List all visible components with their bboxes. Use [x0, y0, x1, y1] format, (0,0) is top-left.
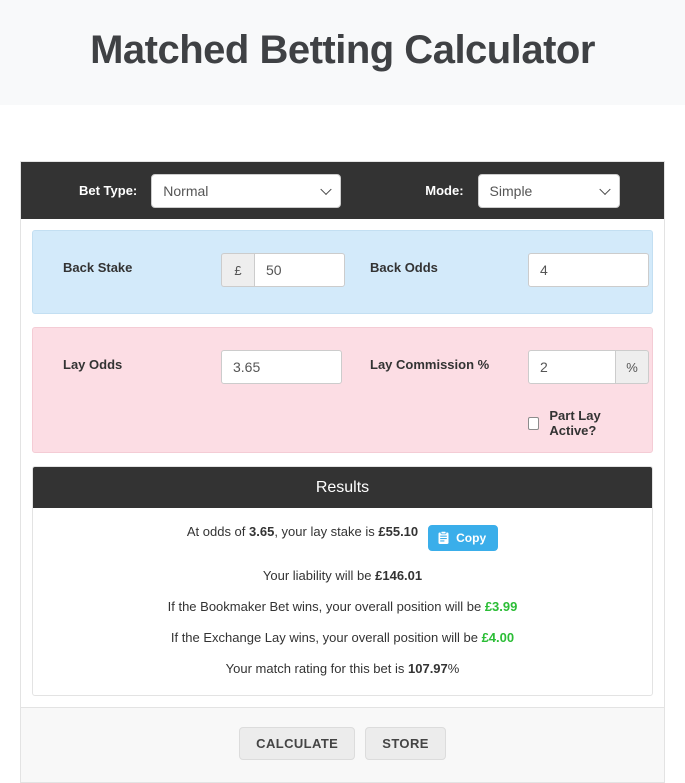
results-header: Results: [33, 467, 652, 508]
lay-commission-input[interactable]: 2: [528, 350, 616, 384]
liability-result: Your liability will be £146.01: [33, 566, 652, 586]
mode-label: Mode:: [425, 183, 464, 198]
rating-suffix: %: [447, 661, 460, 676]
percent-addon: %: [616, 350, 649, 384]
lay-commission-label: Lay Commission %: [370, 357, 490, 372]
lay-stake-middle: , your lay stake is: [274, 524, 379, 539]
calculate-button[interactable]: CALCULATE: [239, 727, 356, 760]
lay-odds-label: Lay Odds: [63, 357, 123, 372]
copy-button-label: Copy: [456, 530, 487, 545]
lay-stake-value: £55.10: [378, 524, 419, 539]
copy-button[interactable]: Copy: [428, 524, 499, 551]
bet-type-select[interactable]: Normal: [151, 173, 342, 208]
back-stake-label: Back Stake: [63, 260, 133, 275]
bookmaker-result: If the Bookmaker Bet wins, your overall …: [33, 597, 652, 617]
lay-stake-result-row: At odds of 3.65, your lay stake is £55.1…: [33, 522, 652, 553]
bet-type-selected-value: Normal: [163, 182, 209, 199]
calculator-card-wrapper: Bet Type: Normal Mode: Simple Back Stake…: [0, 105, 685, 783]
chevron-down-icon: [598, 183, 611, 195]
clipboard-icon: [438, 530, 449, 544]
lay-stake-result-text: At odds of 3.65, your lay stake is £55.1…: [187, 522, 418, 542]
match-rating-result: Your match rating for this bet is 107.97…: [33, 659, 652, 679]
liability-value: £146.01: [375, 568, 423, 583]
bookmaker-value: £3.99: [484, 599, 518, 614]
part-lay-active-checkbox[interactable]: [528, 416, 540, 430]
back-stake-input-group: £ 50: [221, 253, 345, 287]
lay-commission-input-group: 2 %: [528, 350, 649, 384]
calculator-body: Back Stake £ 50 Back Odds 4 Lay Odds 3.6…: [21, 219, 664, 707]
liability-prefix: Your liability will be: [262, 568, 376, 583]
lay-stake-prefix: At odds of: [186, 524, 250, 539]
rating-prefix: Your match rating for this bet is: [225, 661, 408, 676]
page-title: Matched Betting Calculator: [90, 27, 595, 72]
back-odds-label: Back Odds: [370, 260, 438, 275]
store-button[interactable]: STORE: [365, 727, 446, 760]
back-odds-input[interactable]: 4: [528, 253, 649, 287]
mode-selected-value: Simple: [489, 182, 533, 199]
chevron-down-icon: [320, 183, 332, 195]
lay-bet-section: Lay Odds 3.65 Lay Commission % 2 % Part …: [32, 327, 653, 453]
part-lay-active-label: Part Lay Active?: [549, 408, 601, 438]
lay-odds-input[interactable]: 3.65: [221, 350, 342, 384]
results-panel: Results At odds of 3.65, your lay stake …: [32, 466, 653, 696]
lay-stake-odds: 3.65: [249, 524, 275, 539]
exchange-prefix: If the Exchange Lay wins, your overall p…: [170, 630, 482, 645]
page-header: Matched Betting Calculator: [0, 0, 685, 105]
back-stake-input[interactable]: 50: [254, 253, 345, 287]
results-body: At odds of 3.65, your lay stake is £55.1…: [33, 508, 652, 695]
calculator-footer: CALCULATE STORE: [21, 707, 664, 782]
bet-type-label: Bet Type:: [79, 183, 138, 198]
back-bet-section: Back Stake £ 50 Back Odds 4: [32, 230, 653, 314]
bookmaker-prefix: If the Bookmaker Bet wins, your overall …: [167, 599, 485, 614]
rating-value: 107.97: [408, 661, 448, 676]
exchange-value: £4.00: [481, 630, 515, 645]
calculator-card: Bet Type: Normal Mode: Simple Back Stake…: [20, 161, 665, 783]
mode-select[interactable]: Simple: [477, 173, 620, 208]
exchange-result: If the Exchange Lay wins, your overall p…: [33, 628, 652, 648]
calculator-toolbar: Bet Type: Normal Mode: Simple: [21, 162, 664, 219]
part-lay-active-row[interactable]: Part Lay Active?: [528, 408, 636, 438]
currency-addon: £: [221, 253, 254, 287]
